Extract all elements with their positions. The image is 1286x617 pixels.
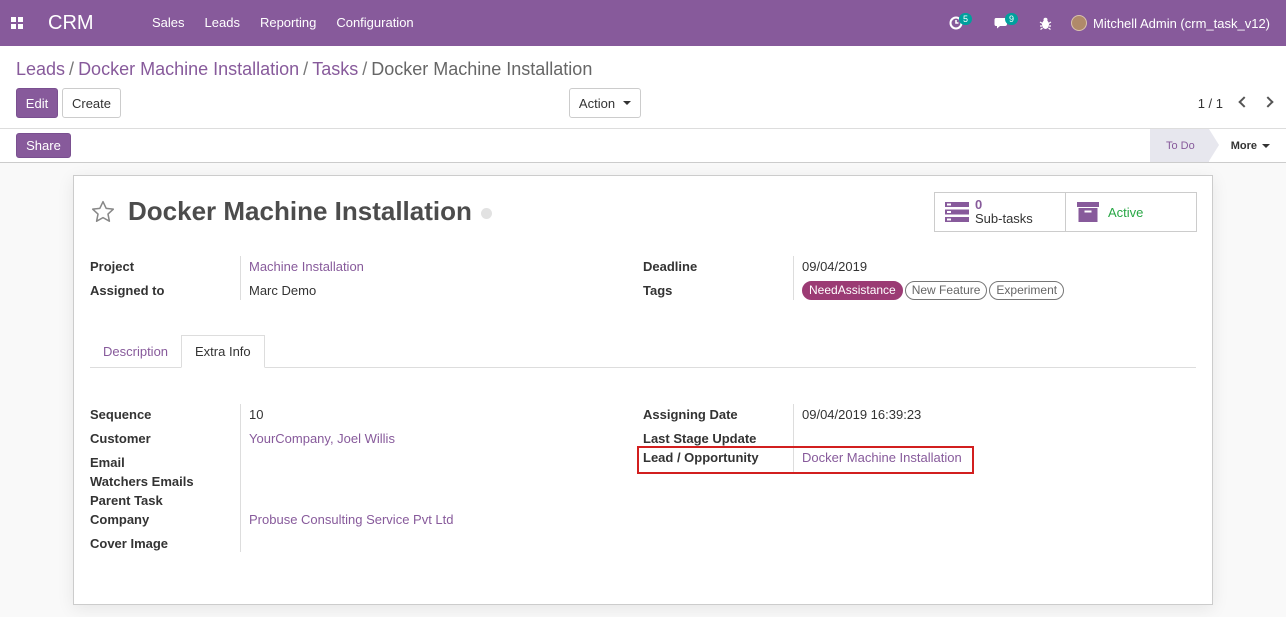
watchers-label: Watchers Emails (90, 474, 194, 489)
deadline-label: Deadline (643, 259, 698, 274)
pager-next-button[interactable] (1261, 93, 1277, 111)
chevron-right-icon (1261, 96, 1274, 108)
email-label: Email (90, 455, 125, 470)
menu-sales[interactable]: Sales (142, 0, 195, 46)
user-menu[interactable]: Mitchell Admin (crm_task_v12) (1065, 15, 1286, 31)
create-button[interactable]: Create (62, 88, 121, 118)
active-label: Active (1108, 204, 1144, 220)
activity-badge: 5 (959, 13, 973, 25)
debug-button[interactable] (1025, 0, 1065, 46)
tags-label: Tags (643, 283, 673, 298)
tags-field[interactable]: NeedAssistance New Feature Experiment (802, 281, 1066, 300)
caret-down-icon (1262, 143, 1270, 148)
customer-label: Customer (90, 431, 151, 446)
company-value[interactable]: Probuse Consulting Service Pvt Ltd (249, 512, 454, 527)
assigned-label: Assigned to (90, 283, 165, 298)
assigned-value[interactable]: Marc Demo (249, 283, 316, 298)
field-divider (793, 256, 794, 300)
project-label: Project (90, 259, 135, 274)
field-divider (240, 404, 241, 552)
subtasks-label: Sub-tasks (975, 211, 1033, 226)
company-label: Company (90, 512, 150, 527)
highlight-box (637, 446, 974, 474)
project-value[interactable]: Machine Installation (249, 259, 364, 274)
kanban-state-dot[interactable] (480, 208, 492, 219)
menu-leads[interactable]: Leads (195, 0, 250, 46)
statusbar: To Do More (1149, 129, 1286, 162)
breadcrumb-current: Docker Machine Installation (371, 59, 593, 79)
top-navbar: CRM Sales Leads Reporting Configuration … (0, 0, 1286, 46)
sequence-value[interactable]: 10 (249, 407, 263, 422)
user-name: Mitchell Admin (crm_task_v12) (1093, 15, 1270, 31)
avatar (1071, 15, 1087, 31)
parent-task-label: Parent Task (90, 493, 163, 508)
archive-icon (1072, 198, 1104, 226)
bug-icon (1039, 17, 1051, 30)
active-toggle-button[interactable]: Active (1065, 192, 1197, 232)
chevron-left-icon (1237, 96, 1250, 108)
cover-image-label: Cover Image (90, 536, 169, 551)
breadcrumb: Leads / Docker Machine Installation / Tasks /… (16, 59, 593, 79)
menu-reporting[interactable]: Reporting (250, 0, 326, 46)
app-brand[interactable]: CRM (48, 12, 142, 35)
tag-badge[interactable]: Experiment (989, 281, 1065, 300)
tag-badge[interactable]: New Feature (904, 281, 988, 300)
menu-configuration[interactable]: Configuration (326, 0, 423, 46)
messages-button[interactable]: 9 (979, 0, 1025, 46)
breadcrumb-lead-record[interactable]: Docker Machine Installation (78, 59, 299, 79)
customer-value[interactable]: YourCompany, Joel Willis (249, 431, 395, 446)
record-title[interactable]: Docker Machine Installation (128, 196, 472, 227)
control-panel: Leads / Docker Machine Installation / Tasks /… (0, 46, 1286, 163)
action-label: Action (578, 95, 616, 111)
assigning-date-value[interactable]: 09/04/2019 16:39:23 (802, 407, 921, 422)
sequence-label: Sequence (90, 407, 152, 422)
notebook-tabs: Description Extra Info (90, 335, 1196, 368)
tab-description[interactable]: Description (90, 335, 181, 368)
activity-button[interactable]: 5 (933, 0, 979, 46)
title-row: Docker Machine Installation (90, 196, 492, 227)
star-icon[interactable] (90, 199, 116, 225)
tab-extra-info[interactable]: Extra Info (181, 335, 265, 368)
divider (0, 128, 1286, 129)
more-label: More (1230, 139, 1257, 152)
field-divider (240, 256, 241, 300)
tag-badge[interactable]: NeedAssistance (802, 281, 903, 300)
breadcrumb-tasks[interactable]: Tasks (312, 59, 358, 79)
deadline-value[interactable]: 09/04/2019 (802, 259, 867, 274)
last-stage-update-label: Last Stage Update (643, 431, 757, 446)
apps-menu-icon[interactable] (0, 0, 34, 46)
form-sheet: Docker Machine Installation 0 Sub-tasks (73, 175, 1213, 605)
share-button[interactable]: Share (16, 133, 71, 158)
edit-button[interactable]: Edit (16, 88, 58, 118)
subtasks-button[interactable]: 0 Sub-tasks (934, 192, 1066, 232)
subtasks-count: 0 (975, 197, 983, 212)
tasks-icon (941, 198, 973, 226)
assigning-date-label: Assigning Date (643, 407, 738, 422)
pager-previous-button[interactable] (1234, 93, 1250, 111)
breadcrumb-leads[interactable]: Leads (16, 59, 65, 79)
stage-todo[interactable]: To Do (1149, 129, 1219, 162)
caret-down-icon (623, 101, 632, 105)
more-stages-dropdown[interactable]: More (1208, 129, 1286, 162)
action-dropdown[interactable]: Action (569, 88, 641, 118)
messages-badge: 9 (1005, 13, 1019, 25)
pager-value[interactable]: 1 / 1 (1198, 96, 1223, 111)
